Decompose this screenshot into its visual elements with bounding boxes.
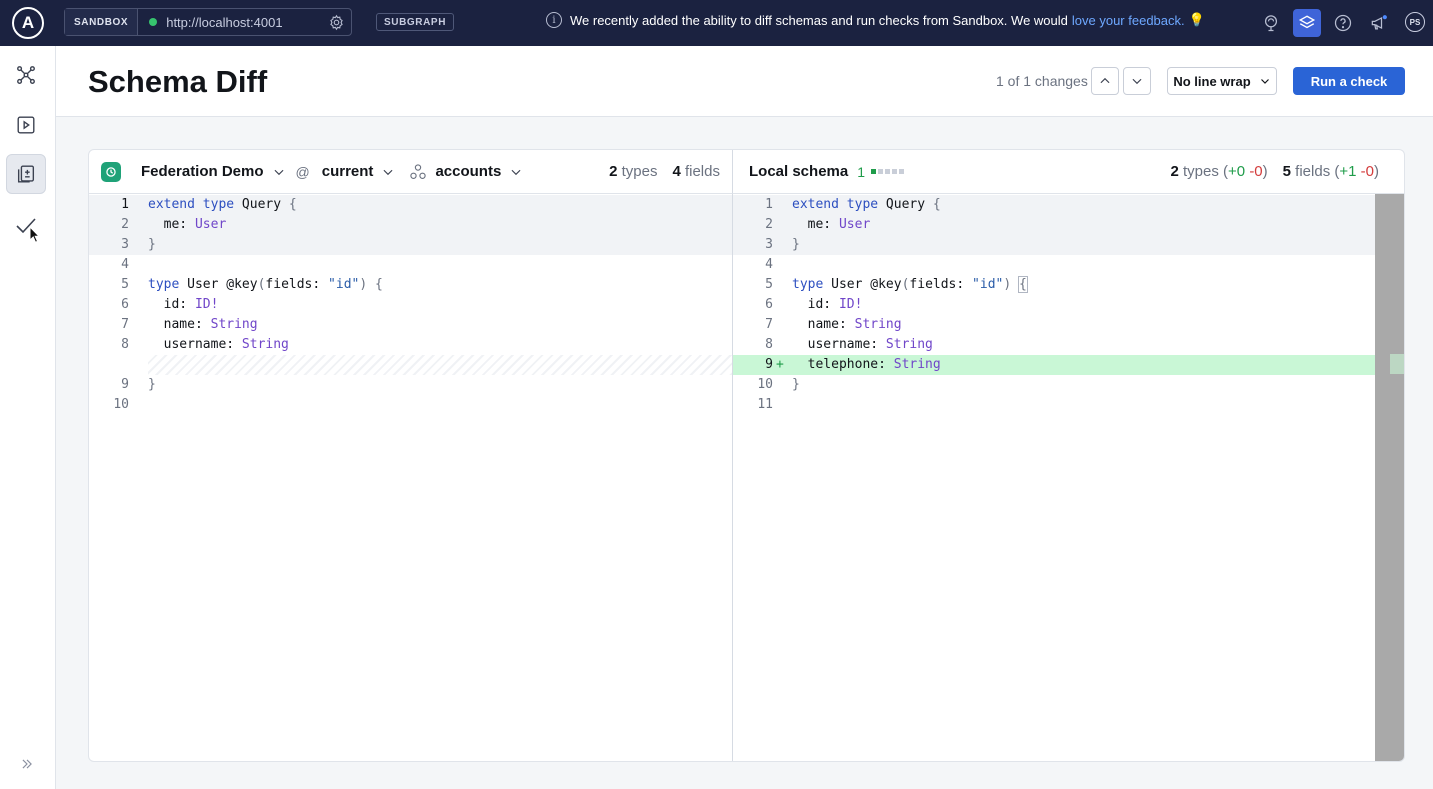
code-line: 2 me: User [733, 215, 1375, 235]
code-line: 7 name: String [121, 317, 258, 332]
connection-status-dot [149, 18, 158, 26]
line-wrap-select[interactable]: No line wrap [1167, 67, 1277, 95]
graph-selector[interactable]: Federation Demo [141, 163, 286, 180]
chevron-up-icon [1100, 77, 1110, 84]
code-line: 4 [121, 257, 129, 272]
endpoint-url-text[interactable]: http://localhost:4001 [166, 15, 325, 30]
subgraph-name: accounts [435, 163, 502, 180]
help-icon[interactable] [1329, 9, 1357, 37]
schema-diff-panel: Federation Demo @ current accounts 2 typ… [88, 149, 1405, 762]
plus-icon: + [776, 357, 784, 372]
code-line: 7 name: String [765, 317, 902, 332]
subgraph-icon [410, 163, 427, 179]
right-fields-stat: 5 fields (+1 -0) [1282, 163, 1379, 180]
original-schema-editor[interactable]: 1 extend type Query { 2 me: User 3} 4 5 ty… [89, 194, 732, 761]
right-types-stat: 2 types (+0 -0) [1170, 163, 1268, 180]
subgraph-selector[interactable]: accounts [409, 163, 523, 181]
variant-selector[interactable]: current [322, 163, 396, 180]
chevron-down-icon [511, 169, 521, 175]
added-change-marker [1390, 354, 1404, 374]
sandbox-tag: SANDBOX [65, 9, 139, 35]
code-line: 11 [757, 397, 773, 412]
page-title: Schema Diff [88, 64, 268, 99]
gear-icon[interactable] [325, 11, 347, 33]
mouse-cursor-icon [29, 226, 41, 243]
code-line: 5 type User @key(fields: "id") { [121, 277, 383, 292]
chevron-down-icon [383, 169, 393, 175]
added-code-line: 9 + telephone: String [733, 355, 1375, 375]
info-icon: i [546, 12, 562, 28]
left-fields-stat: 4 fields [672, 163, 720, 180]
sidebar-item-schema-diff[interactable] [6, 154, 46, 194]
feedback-banner: i We recently added the ability to diff … [546, 12, 1205, 28]
diff-overview-ruler[interactable] [1375, 194, 1404, 761]
variant-name: current [321, 163, 374, 180]
line-wrap-label: No line wrap [1173, 73, 1251, 89]
code-line: 8 username: String [765, 337, 933, 352]
local-schema-title: Local schema [749, 163, 849, 180]
run-check-button[interactable]: Run a check [1293, 67, 1405, 95]
left-pane-header: Federation Demo @ current accounts 2 typ… [89, 150, 732, 194]
code-line: 10 [113, 397, 129, 412]
right-pane-header: Local schema 1 2 types (+0 -0) 5 fields … [732, 150, 1404, 194]
layers-icon[interactable] [1293, 9, 1321, 37]
code-line: 6 id: ID! [121, 297, 219, 312]
left-types-stat: 2 types [609, 163, 658, 180]
banner-text: We recently added the ability to diff sc… [570, 12, 1068, 28]
apollo-logo-icon: A [12, 7, 44, 39]
endpoint-url-box[interactable]: SANDBOX http://localhost:4001 [64, 8, 352, 36]
code-line: 2 me: User [89, 215, 732, 235]
graph-nodes-icon [17, 66, 35, 84]
user-avatar[interactable]: PS [1405, 12, 1425, 32]
diff-document-icon [17, 165, 35, 183]
at-symbol: @ [295, 163, 310, 180]
chevron-down-icon [1132, 78, 1142, 85]
code-line: 1 extend type Query { [733, 195, 1375, 215]
brain-icon[interactable] [1257, 9, 1285, 37]
chevron-down-icon [274, 169, 284, 175]
code-line: 4 [765, 257, 773, 272]
diff-filler-line [148, 355, 732, 375]
top-bar: A SANDBOX http://localhost:4001 SUBGRAPH… [0, 0, 1433, 46]
next-change-button[interactable] [1123, 67, 1151, 95]
play-icon [17, 116, 35, 134]
left-sidebar [0, 46, 56, 789]
code-line: 6 id: ID! [765, 297, 863, 312]
code-line: 1 extend type Query { [89, 195, 732, 215]
local-schema-editor[interactable]: 1 extend type Query { 2 me: User 3} 4 5 ty… [732, 194, 1375, 761]
change-bars [871, 169, 905, 174]
change-count: 1 [857, 163, 866, 180]
code-line: 5 type User @key(fields: "id") { [765, 276, 1028, 293]
apollo-logo[interactable]: A [0, 0, 56, 46]
sidebar-item-explorer[interactable] [6, 105, 46, 145]
sidebar-item-schema-graph[interactable] [6, 55, 46, 95]
expand-sidebar-icon[interactable] [17, 754, 37, 774]
chevron-down-icon [1260, 79, 1269, 84]
megaphone-icon[interactable] [1365, 9, 1393, 37]
code-line: 9} [121, 377, 156, 392]
code-line: 8 username: String [121, 337, 289, 352]
code-line: 3} [89, 235, 732, 255]
code-line: 10} [757, 377, 800, 392]
page-header: Schema Diff 1 of 1 changes No line wrap … [56, 46, 1433, 117]
feedback-link[interactable]: love your feedback. [1072, 13, 1185, 28]
subgraph-tag: SUBGRAPH [376, 13, 455, 31]
lightbulb-icon: 💡 [1188, 12, 1205, 27]
changes-counter: 1 of 1 changes [996, 73, 1088, 89]
previous-change-button[interactable] [1091, 67, 1119, 95]
graph-logo-icon [101, 161, 121, 182]
code-line: 3} [733, 235, 1375, 255]
graph-name: Federation Demo [141, 163, 264, 180]
